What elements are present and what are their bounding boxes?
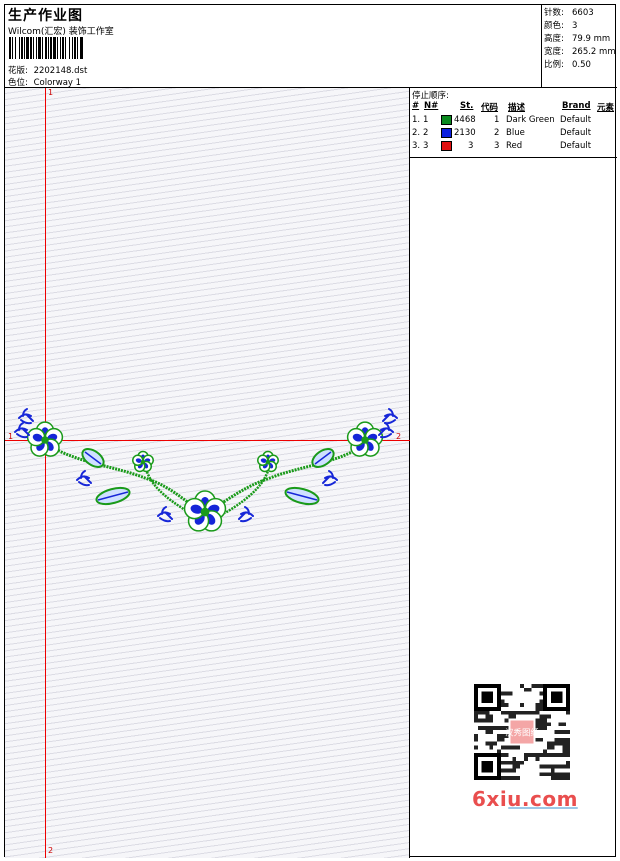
svg-text:汉秀图纸: 汉秀图纸 <box>505 727 539 737</box>
stop-sequence-title: 停止顺序: <box>412 91 449 101</box>
stat-scale: 比例: 0.50 <box>544 60 591 70</box>
stat-stitches: 针数: 6603 <box>544 8 594 18</box>
table-row: 3. 3 3 3 Red Default <box>412 141 592 151</box>
col-n: N# <box>424 101 439 111</box>
qr-code: 汉秀图纸 <box>474 684 570 780</box>
stat-width: 宽度: 265.2 mm <box>544 47 616 57</box>
col-stitches: St. <box>460 101 474 111</box>
blue-sprig <box>14 422 30 439</box>
bud-right <box>257 450 279 473</box>
blue-sprig <box>157 506 173 523</box>
software-subtitle: Wilcom(汇宏) 装饰工作室 <box>8 27 114 37</box>
colorway-value: Colorway 1 <box>33 78 82 88</box>
flower-center <box>183 490 227 532</box>
embroidery-design <box>14 408 398 532</box>
colorway-label: 色位: <box>8 78 28 88</box>
design-file-label: 花版: <box>8 66 28 76</box>
stop-sequence-table: 停止顺序: # N# St. 代码 描述 Brand 元素 1. 1 4468 … <box>410 88 617 158</box>
colorway-row: 色位: Colorway 1 <box>8 76 81 88</box>
col-brand: Brand <box>562 101 591 111</box>
leaf-left-lower <box>95 486 131 506</box>
col-element: 元素 <box>597 103 615 113</box>
design-stats: 针数: 6603 颜色: 3 高度: 79.9 mm 宽度: 265.2 mm 比例: 0… <box>542 5 617 88</box>
bud-left <box>132 450 154 473</box>
flower-left <box>26 421 64 457</box>
table-row: 2. 2 2130 2 Blue Default <box>412 128 592 138</box>
axis-label-v-top: 1 <box>48 88 54 97</box>
barcode <box>9 37 139 59</box>
blue-sprig <box>18 408 34 425</box>
col-num: # <box>412 101 420 111</box>
blue-sprig <box>238 506 254 523</box>
axis-label-v-bottom: 2 <box>48 846 54 855</box>
leaf-right-upper <box>311 448 335 468</box>
design-file-value: 2202148.dst <box>33 66 88 76</box>
color-swatch <box>441 141 452 151</box>
leaf-right-lower <box>284 486 320 506</box>
page-title: 生产作业图 <box>8 8 83 24</box>
stat-colors: 颜色: 3 <box>544 21 578 31</box>
flower-right <box>346 421 384 457</box>
table-row: 1. 1 4468 1 Dark Green Default <box>412 115 592 125</box>
col-description: 描述 <box>508 103 526 113</box>
blue-sprig <box>76 470 92 487</box>
design-canvas: 1 2 1 2 <box>5 88 410 858</box>
color-swatch <box>441 115 452 125</box>
leaf-left-upper <box>81 448 105 468</box>
blue-sprig <box>382 408 398 425</box>
blue-sprig <box>322 470 338 487</box>
watermark-underline <box>508 807 578 809</box>
color-swatch <box>441 128 452 138</box>
design-file-row: 花版: 2202148.dst <box>8 64 87 76</box>
header-info: 生产作业图 Wilcom(汇宏) 装饰工作室 花版: 2202148.dst 色… <box>5 5 542 88</box>
col-code: 代码 <box>481 103 499 113</box>
watermark-block: 汉秀图纸 6xiu.com <box>466 681 582 813</box>
stat-height: 高度: 79.9 mm <box>544 34 611 44</box>
